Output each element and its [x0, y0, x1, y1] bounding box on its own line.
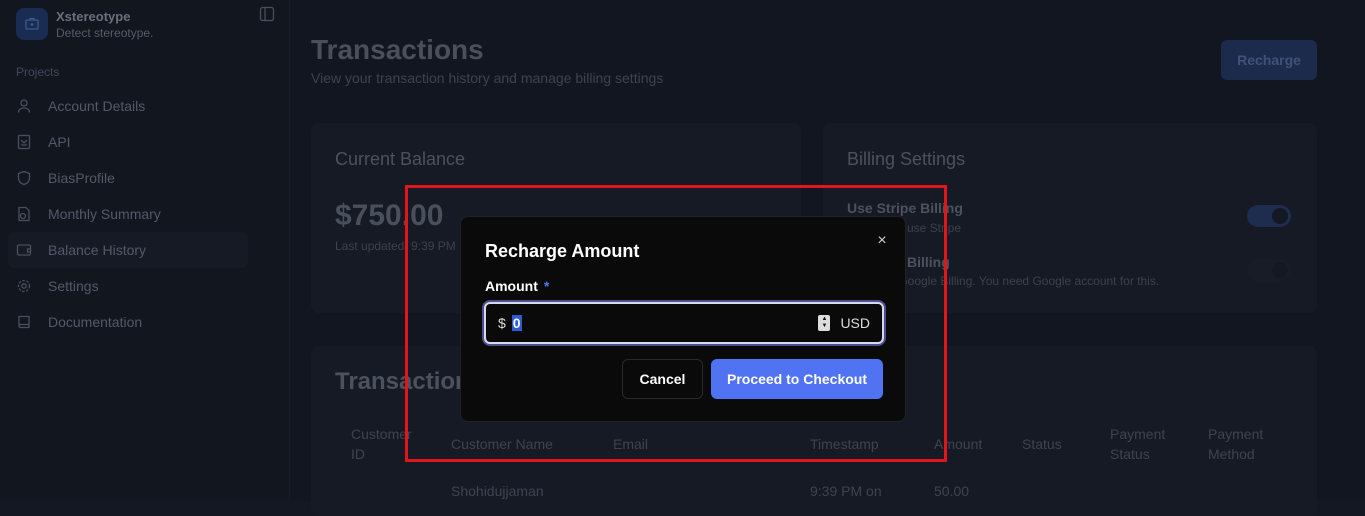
amount-input[interactable]: $ 0 ▲▼ USD	[484, 302, 884, 344]
recharge-dialog: Recharge Amount × Amount * $ 0 ▲▼ USD Can…	[460, 216, 906, 422]
proceed-to-checkout-button[interactable]: Proceed to Checkout	[711, 359, 883, 399]
close-icon[interactable]: ×	[875, 234, 889, 248]
currency-symbol: $	[498, 315, 506, 331]
number-stepper[interactable]: ▲▼	[818, 315, 830, 331]
cancel-button[interactable]: Cancel	[622, 359, 703, 399]
stepper-down-icon[interactable]: ▼	[821, 323, 827, 330]
amount-value[interactable]: 0	[512, 315, 522, 331]
dialog-title: Recharge Amount	[485, 241, 639, 262]
required-marker: *	[544, 278, 549, 294]
amount-label: Amount *	[485, 278, 549, 294]
amount-label-text: Amount	[485, 278, 538, 294]
currency-code: USD	[840, 315, 870, 331]
stepper-up-icon[interactable]: ▲	[821, 316, 827, 323]
